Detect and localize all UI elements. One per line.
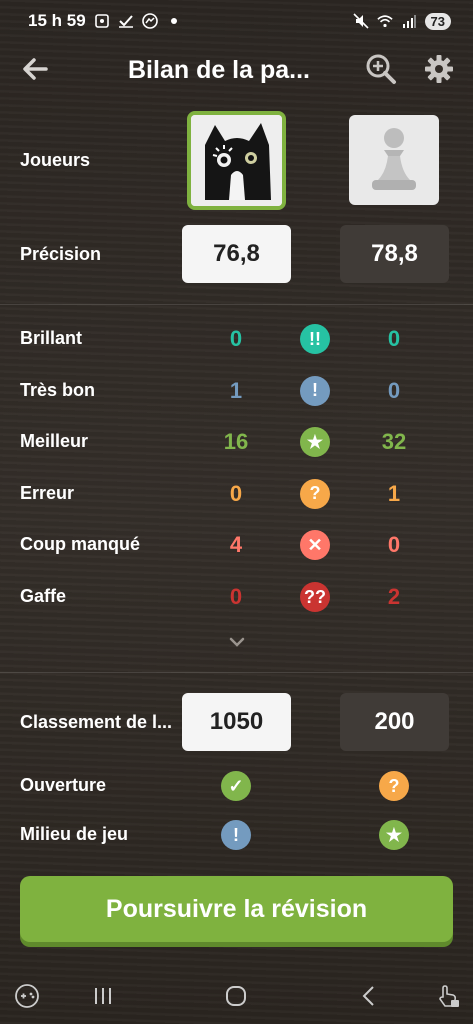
precision-white: 76,8 xyxy=(182,225,291,283)
wifi-icon xyxy=(376,13,393,29)
status-bar: 15 h 59 73 xyxy=(0,0,473,42)
star-icon: ★ xyxy=(300,427,330,458)
precision-black: 78,8 xyxy=(340,225,449,283)
move-count-white: 0 xyxy=(229,584,243,609)
move-count-white: 0 xyxy=(229,326,243,351)
move-count-white: 1 xyxy=(229,377,243,403)
notification-dot-icon xyxy=(166,13,182,29)
move-label: Erreur xyxy=(20,482,75,503)
player-avatar-white[interactable] xyxy=(187,111,286,210)
move-count-white: 0 xyxy=(229,480,243,506)
player-avatar-black[interactable] xyxy=(349,115,439,205)
move-label: Brillant xyxy=(20,328,83,348)
signal-icon xyxy=(401,13,417,29)
touch-lock-icon[interactable] xyxy=(435,983,461,1009)
precision-label: Précision xyxy=(20,244,102,264)
nav-back-icon[interactable] xyxy=(356,983,382,1009)
move-count-black: 0 xyxy=(387,532,401,558)
settings-button[interactable] xyxy=(424,54,454,84)
rating-white: 1050 xyxy=(182,693,291,751)
star-icon: ★ xyxy=(379,820,409,850)
status-time: 15 h 59 xyxy=(28,11,86,30)
divider xyxy=(0,304,473,305)
screenshot-icon xyxy=(94,13,110,29)
check-icon: ✓ xyxy=(221,771,251,801)
move-label: Gaffe xyxy=(20,586,67,606)
move-count-black: 0 xyxy=(387,377,401,403)
back-button[interactable] xyxy=(20,54,50,84)
continue-review-button[interactable]: Poursuivre la révision xyxy=(20,876,453,942)
expand-button[interactable] xyxy=(227,632,247,652)
cat-avatar-icon xyxy=(191,115,282,206)
move-label: Coup manqué xyxy=(20,534,140,555)
divider xyxy=(0,672,473,673)
phase-label: Milieu de jeu xyxy=(20,824,129,844)
zoom-button[interactable] xyxy=(364,52,398,86)
move-count-black: 32 xyxy=(381,429,407,455)
battery-level: 73 xyxy=(424,12,451,30)
gamepad-icon[interactable] xyxy=(14,983,40,1009)
move-count-black: 1 xyxy=(387,480,401,506)
great-move-icon: ! xyxy=(221,820,251,850)
magnifier-plus-icon xyxy=(366,54,396,84)
gear-icon xyxy=(425,55,453,83)
rating-black: 200 xyxy=(340,693,449,751)
great-move-icon: ! xyxy=(300,375,330,406)
rating-label: Classement de l... xyxy=(20,712,173,732)
move-label: Meilleur xyxy=(20,431,89,452)
move-count-black: 0 xyxy=(387,326,401,351)
task-check-icon xyxy=(118,13,134,29)
move-count-white: 4 xyxy=(229,532,243,558)
app-header: Bilan de la pa... xyxy=(0,46,473,92)
back-arrow-icon xyxy=(23,58,48,80)
mistake-icon: ? xyxy=(379,771,409,801)
players-label: Joueurs xyxy=(20,150,91,170)
move-count-white: 16 xyxy=(223,429,249,455)
chevron-down-icon xyxy=(229,637,245,647)
brilliant-icon: !! xyxy=(300,324,330,354)
messenger-icon xyxy=(141,13,158,29)
blunder-icon: ?? xyxy=(300,582,330,612)
mute-icon xyxy=(352,13,369,29)
page-title: Bilan de la pa... xyxy=(128,56,310,84)
system-nav-bar xyxy=(0,965,473,1024)
mistake-icon: ? xyxy=(300,478,330,509)
pawn-icon xyxy=(372,128,416,190)
miss-icon: ✕ xyxy=(300,530,330,561)
move-count-black: 2 xyxy=(387,584,401,609)
phase-label: Ouverture xyxy=(20,775,107,795)
move-label: Très bon xyxy=(20,379,96,400)
recent-apps-icon[interactable] xyxy=(90,983,116,1009)
home-icon[interactable] xyxy=(223,983,249,1009)
